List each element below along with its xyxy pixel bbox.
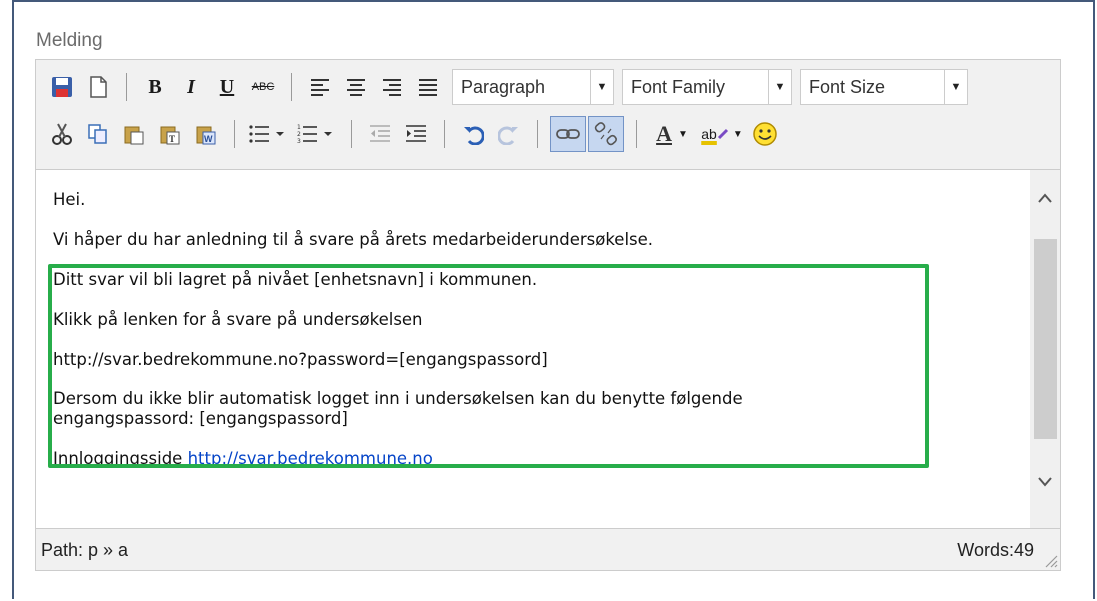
editor-content[interactable]: Hei. Vi håper du har anledning til å sva… [36,169,1060,529]
login-page-label: Innloggingsside [53,449,188,468]
chevron-down-icon: ▼ [590,70,613,104]
toolbar-separator [636,120,637,148]
toolbar-separator [444,120,445,148]
scroll-up-icon[interactable] [1030,178,1060,218]
numbered-list-icon[interactable]: 123 [295,118,339,150]
paragraph-format-value: Paragraph [461,76,546,97]
content-paragraph: engangspassord: [engangspassord] [53,409,348,428]
svg-text:T: T [169,134,175,144]
font-size-value: Font Size [809,76,886,97]
status-bar: Path: p » a Words:49 [36,530,1060,570]
scroll-down-icon[interactable] [1030,462,1060,502]
element-path: Path: p » a [41,539,129,560]
content-paragraph: Vi håper du har anledning til å svare på… [53,230,654,249]
highlight-letters: ab [701,126,717,142]
strikethrough-button[interactable]: ABC [247,71,279,103]
svg-text:1: 1 [297,124,301,131]
text-color-letter: A [656,121,672,146]
svg-text:3: 3 [297,138,301,144]
chevron-down-icon: ▼ [677,128,688,140]
undo-icon[interactable] [457,118,489,150]
content-paragraph: Innloggingsside http://svar.bedrekommune… [53,449,433,469]
bullet-list-icon[interactable] [247,118,291,150]
chevron-down-icon: ▼ [732,128,743,140]
paste-text-icon[interactable]: T [154,118,186,150]
toolbar-separator [234,120,235,148]
scrollbar-thumb[interactable] [1034,239,1057,439]
vertical-scrollbar[interactable] [1030,170,1060,528]
new-document-icon[interactable] [82,71,114,103]
align-center-icon[interactable] [340,71,372,103]
field-label: Melding [36,30,103,51]
underline-button[interactable]: U [211,71,243,103]
unlink-icon[interactable] [588,116,624,152]
content-paragraph: Ditt svar vil bli lagret på nivået [enhe… [53,270,538,289]
content-paragraph: Dersom du ikke blir automatisk logget in… [53,389,743,408]
redo-icon[interactable] [493,118,525,150]
toolbar-separator [126,73,127,101]
italic-button[interactable]: I [175,71,207,103]
rich-text-editor: B I U ABC Paragraph ▼ Font Family ▼ Font… [35,59,1061,571]
outdent-icon[interactable] [364,118,396,150]
highlight-color-button[interactable]: ab ▼ [699,118,745,150]
chevron-down-icon: ▼ [944,70,967,104]
font-size-select[interactable]: Font Size ▼ [800,69,968,105]
resize-grip-icon[interactable] [1042,552,1058,568]
toolbar-separator [351,120,352,148]
font-family-select[interactable]: Font Family ▼ [622,69,792,105]
align-justify-icon[interactable] [412,71,444,103]
content-paragraph: Hei. [53,190,86,209]
insert-link-icon[interactable] [550,116,586,152]
align-left-icon[interactable] [304,71,336,103]
copy-icon[interactable] [82,118,114,150]
cut-icon[interactable] [46,118,78,150]
svg-text:W: W [204,134,213,144]
chevron-down-icon: ▼ [768,70,791,104]
paste-word-icon[interactable]: W [190,118,222,150]
bold-button[interactable]: B [139,71,171,103]
content-paragraph: Klikk på lenken for å svare på undersøke… [53,310,423,329]
content-paragraph: http://svar.bedrekommune.no?password=[en… [53,350,548,369]
indent-icon[interactable] [400,118,432,150]
toolbar-row-1: B I U ABC Paragraph ▼ Font Family ▼ Font… [36,64,1060,110]
word-count: Words:49 [957,539,1034,560]
svg-text:2: 2 [297,131,301,138]
save-icon[interactable] [46,71,78,103]
toolbar-separator [537,120,538,148]
text-color-button[interactable]: A ▼ [649,118,695,150]
login-link[interactable]: http://svar.bedrekommune.no [188,449,433,468]
paragraph-format-select[interactable]: Paragraph ▼ [452,69,614,105]
toolbar-separator [291,73,292,101]
font-family-value: Font Family [631,76,726,97]
smiley-icon[interactable] [749,118,781,150]
toolbar-row-2: T W 123 A ▼ ab ▼ [36,111,1060,157]
paste-icon[interactable] [118,118,150,150]
align-right-icon[interactable] [376,71,408,103]
